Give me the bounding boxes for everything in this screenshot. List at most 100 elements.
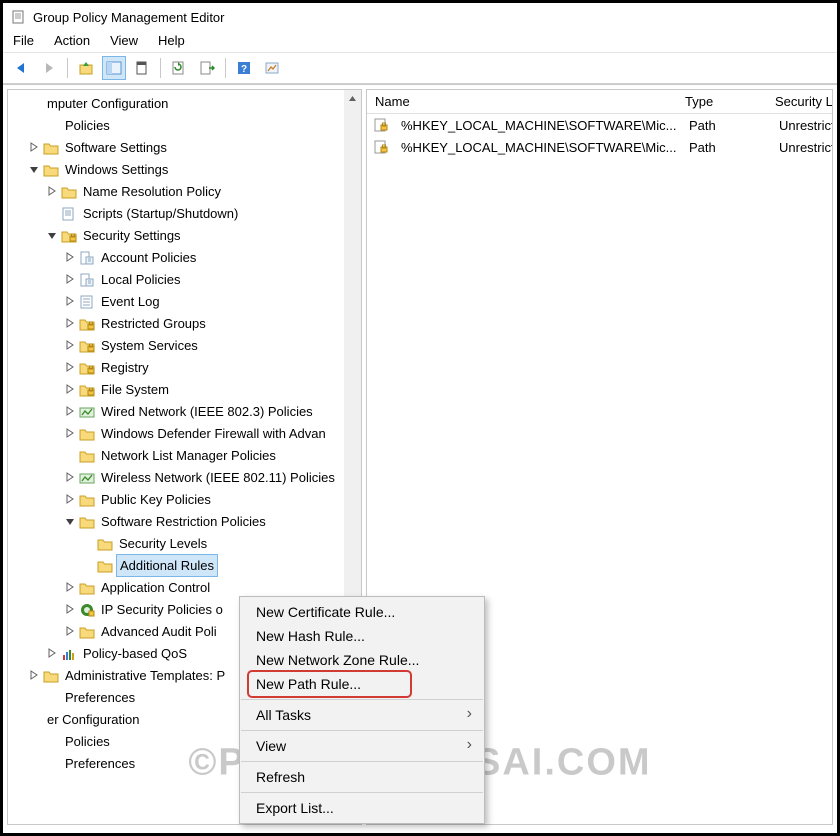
- expander-icon[interactable]: [64, 273, 76, 285]
- tree-item-label: Windows Defender Firewall with Advan: [98, 423, 329, 444]
- ipsec-icon: [79, 602, 95, 616]
- expander-icon[interactable]: [64, 625, 76, 637]
- expander-icon[interactable]: [28, 669, 40, 681]
- expander-icon[interactable]: [64, 295, 76, 307]
- tree-item[interactable]: Windows Settings: [8, 158, 361, 180]
- expander-icon[interactable]: [64, 361, 76, 373]
- menubar: File Action View Help: [3, 29, 837, 53]
- tree-item[interactable]: Public Key Policies: [8, 488, 361, 510]
- context-menu-item[interactable]: View: [240, 734, 484, 758]
- expander-icon[interactable]: [64, 581, 76, 593]
- tree-item-label: Wired Network (IEEE 802.3) Policies: [98, 401, 316, 422]
- context-menu-item[interactable]: New Certificate Rule...: [240, 600, 484, 624]
- expander-icon[interactable]: [64, 339, 76, 351]
- tree-item[interactable]: Wireless Network (IEEE 802.11) Policies: [8, 466, 361, 488]
- tree-item[interactable]: Scripts (Startup/Shutdown): [8, 202, 361, 224]
- tree-item[interactable]: Account Policies: [8, 246, 361, 268]
- show-tree-button[interactable]: [102, 56, 126, 80]
- column-security[interactable]: Security Le: [767, 94, 832, 109]
- tree-item[interactable]: Software Settings: [8, 136, 361, 158]
- tree-item[interactable]: Wired Network (IEEE 802.3) Policies: [8, 400, 361, 422]
- tree-item[interactable]: Security Settings: [8, 224, 361, 246]
- tree-item[interactable]: Local Policies: [8, 268, 361, 290]
- window-title: Group Policy Management Editor: [33, 10, 224, 25]
- context-menu: New Certificate Rule...New Hash Rule...N…: [239, 596, 485, 824]
- expander-icon[interactable]: [46, 185, 58, 197]
- help-button[interactable]: ?: [232, 56, 256, 80]
- tree-item[interactable]: Additional Rules: [8, 554, 361, 576]
- expander-icon[interactable]: [46, 229, 58, 241]
- context-menu-item[interactable]: Refresh: [240, 765, 484, 789]
- expander-icon: [28, 735, 40, 747]
- scroll-up-button[interactable]: [344, 90, 361, 107]
- expander-icon[interactable]: [64, 317, 76, 329]
- folder-icon: [79, 580, 95, 594]
- tree-item-label: Event Log: [98, 291, 163, 312]
- expander-icon[interactable]: [64, 383, 76, 395]
- column-name[interactable]: Name: [367, 94, 677, 109]
- tree-item-label: Public Key Policies: [98, 489, 214, 510]
- tree-item-label: er Configuration: [44, 709, 143, 730]
- tree-item[interactable]: Name Resolution Policy: [8, 180, 361, 202]
- refresh-button[interactable]: [167, 56, 191, 80]
- tree-item-label: Application Control: [98, 577, 213, 598]
- titlebar[interactable]: Group Policy Management Editor: [3, 3, 837, 29]
- context-menu-item[interactable]: New Path Rule...: [240, 672, 484, 696]
- expander-icon[interactable]: [64, 427, 76, 439]
- tree-item[interactable]: Application Control: [8, 576, 361, 598]
- up-button[interactable]: [74, 56, 98, 80]
- back-button[interactable]: [9, 56, 33, 80]
- expander-icon: [28, 757, 40, 769]
- expander-icon: [28, 691, 40, 703]
- context-menu-item[interactable]: New Network Zone Rule...: [240, 648, 484, 672]
- context-menu-item[interactable]: New Hash Rule...: [240, 624, 484, 648]
- policy-icon: [79, 272, 95, 286]
- expander-icon[interactable]: [64, 405, 76, 417]
- menu-help[interactable]: Help: [156, 31, 187, 50]
- tree-item[interactable]: Security Levels: [8, 532, 361, 554]
- expander-icon[interactable]: [28, 163, 40, 175]
- menu-action[interactable]: Action: [52, 31, 92, 50]
- list-row[interactable]: %HKEY_LOCAL_MACHINE\SOFTWARE\Mic...PathU…: [367, 136, 832, 158]
- list-row[interactable]: %HKEY_LOCAL_MACHINE\SOFTWARE\Mic...PathU…: [367, 114, 832, 136]
- expander-icon[interactable]: [64, 471, 76, 483]
- none-icon: [25, 712, 41, 726]
- qos-icon: [61, 646, 77, 660]
- expander-icon: [10, 713, 22, 725]
- tree-item[interactable]: mputer Configuration: [8, 92, 361, 114]
- tree-item[interactable]: Windows Defender Firewall with Advan: [8, 422, 361, 444]
- expander-icon[interactable]: [64, 251, 76, 263]
- path-rule-icon: [373, 139, 389, 155]
- column-type[interactable]: Type: [677, 94, 767, 109]
- context-menu-item[interactable]: All Tasks: [240, 703, 484, 727]
- cell-security: Unrestricte: [771, 118, 832, 133]
- menu-view[interactable]: View: [108, 31, 140, 50]
- copy-button[interactable]: [130, 56, 154, 80]
- window-frame: Group Policy Management Editor File Acti…: [0, 0, 840, 836]
- expander-icon[interactable]: [46, 647, 58, 659]
- context-menu-item[interactable]: Export List...: [240, 796, 484, 820]
- tree-item[interactable]: Restricted Groups: [8, 312, 361, 334]
- tree-item[interactable]: Policies: [8, 114, 361, 136]
- filter-button[interactable]: [260, 56, 284, 80]
- log-icon: [79, 294, 95, 308]
- export-button[interactable]: [195, 56, 219, 80]
- tree-item[interactable]: File System: [8, 378, 361, 400]
- tree-item[interactable]: Registry: [8, 356, 361, 378]
- tree-item-label: Software Restriction Policies: [98, 511, 269, 532]
- expander-icon[interactable]: [28, 141, 40, 153]
- context-menu-separator: [241, 730, 483, 731]
- expander-icon[interactable]: [64, 515, 76, 527]
- folder-icon: [61, 184, 77, 198]
- tree-item[interactable]: System Services: [8, 334, 361, 356]
- list-header: Name Type Security Le: [367, 90, 832, 114]
- tree-item[interactable]: Network List Manager Policies: [8, 444, 361, 466]
- menu-file[interactable]: File: [11, 31, 36, 50]
- folder-lock-icon: [79, 338, 95, 352]
- forward-button[interactable]: [37, 56, 61, 80]
- expander-icon[interactable]: [64, 493, 76, 505]
- expander-icon[interactable]: [64, 603, 76, 615]
- folder-icon: [79, 514, 95, 528]
- tree-item[interactable]: Event Log: [8, 290, 361, 312]
- tree-item[interactable]: Software Restriction Policies: [8, 510, 361, 532]
